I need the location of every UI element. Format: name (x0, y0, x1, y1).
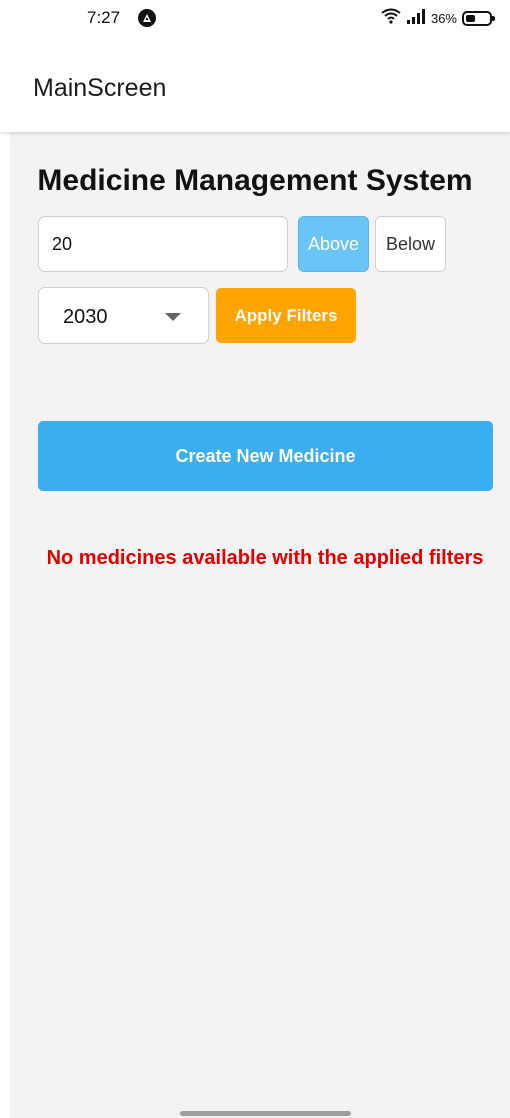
app-title: MainScreen (33, 74, 167, 102)
home-indicator[interactable] (180, 1111, 351, 1116)
create-medicine-button[interactable]: Create New Medicine (38, 421, 493, 491)
status-time: 7:27 (87, 8, 121, 27)
status-bar: 7:27 36% (0, 0, 510, 40)
battery-percent: 36% (430, 10, 457, 26)
empty-state-message: No medicines available with the applied … (46, 547, 484, 569)
status-icons: 36% (381, 8, 495, 29)
apply-filters-button[interactable]: Apply Filters (216, 288, 356, 343)
year-select-value: 2030 (63, 306, 108, 328)
app-header: MainScreen (0, 40, 510, 132)
page-title: Medicine Management System (37, 164, 473, 197)
below-button[interactable]: Below (375, 216, 446, 272)
chevron-down-icon (165, 313, 181, 321)
year-select[interactable]: 2030 (38, 287, 209, 344)
wifi-icon (381, 8, 401, 29)
signal-icon (406, 8, 426, 29)
main-content: Medicine Management System Above Below 2… (10, 132, 510, 1118)
price-filter-input[interactable] (38, 216, 288, 272)
battery-icon (462, 10, 495, 26)
above-button[interactable]: Above (298, 216, 369, 272)
app-notification-icon (138, 9, 156, 27)
